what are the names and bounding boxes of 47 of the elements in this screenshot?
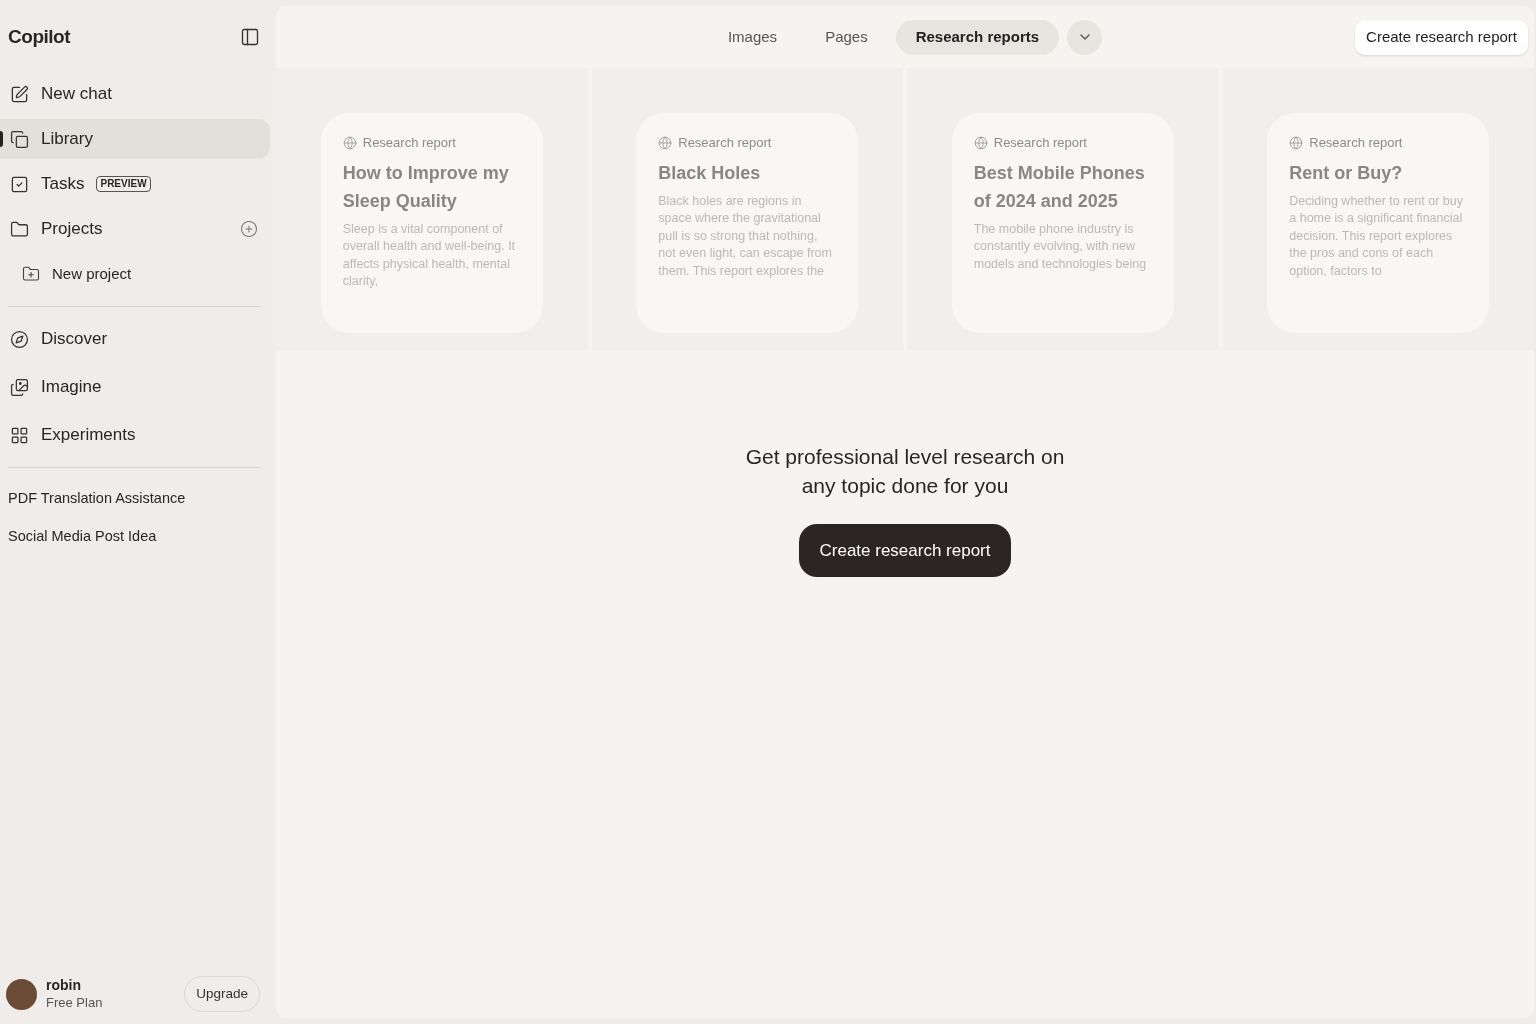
globe-icon (342, 135, 357, 150)
tab[interactable]: Research reports (895, 19, 1060, 55)
compass-icon (10, 329, 29, 349)
promo-headline: Get professional level research on any topic done for you (744, 444, 1066, 499)
active-indicator (0, 131, 3, 147)
tab[interactable]: Pages (805, 19, 888, 55)
images-icon (10, 377, 29, 397)
sub-nav-item[interactable]: New project (0, 254, 270, 294)
preview-badge: PREVIEW (96, 176, 151, 192)
card-summary: Sleep is a vital component of overall health and well-being. It affects physical health, mental clarity, (342, 220, 517, 290)
globe-icon (973, 135, 988, 150)
nav-item[interactable]: Projects (0, 209, 270, 249)
globe-icon (658, 135, 673, 150)
card-tag: Research report (1309, 133, 1403, 153)
avatar[interactable] (6, 978, 37, 1010)
chat-history-item[interactable]: PDF Translation Assistance (8, 488, 276, 510)
nav-item[interactable]: Imagine (0, 367, 276, 407)
card-tag: Research report (678, 133, 772, 153)
card-title: Best Mobile Phones of 2024 and 2025 (973, 161, 1146, 213)
nav-item[interactable]: Library (0, 119, 270, 159)
card-tag: Research report (362, 133, 456, 153)
card-title: Black Holes (658, 161, 762, 185)
card-title: Rent or Buy? (1289, 161, 1404, 185)
create-report-cta[interactable]: Create research report (799, 524, 1011, 577)
user-name: robin (46, 976, 82, 994)
nav-item[interactable]: Tasks PREVIEW (0, 164, 270, 204)
add-icon[interactable] (240, 220, 258, 238)
create-report-button[interactable]: Create research report (1355, 20, 1528, 55)
nav-item[interactable]: New chat (0, 74, 270, 114)
card-tag: Research report (993, 133, 1087, 153)
sidebar-toggle-icon[interactable] (240, 27, 260, 47)
stacked-squares-icon (10, 129, 29, 149)
plan-label: Free Plan (46, 994, 103, 1012)
chat-history-item[interactable]: Social Media Post Idea (8, 525, 276, 548)
nav-item[interactable]: Experiments (0, 415, 276, 455)
brand-name: Copilot (8, 24, 71, 49)
folder-icon (10, 219, 29, 239)
globe-icon (1289, 135, 1304, 150)
nav-item[interactable]: Discover (0, 319, 276, 359)
card-title: How to Improve my Sleep Quality (342, 161, 510, 213)
card-summary: The mobile phone industry is constantly evolving, with new models and technologies being (973, 220, 1148, 273)
checkbox-icon (10, 174, 29, 194)
card-summary: Deciding whether to rent or buy a home is a significant financial decision. This report explores the pros and cons of each option, factors to (1289, 192, 1464, 280)
tab[interactable]: Images (707, 19, 798, 55)
grid-icon (10, 425, 29, 445)
pencil-square-icon (10, 84, 29, 104)
folder-plus-icon (22, 265, 40, 283)
